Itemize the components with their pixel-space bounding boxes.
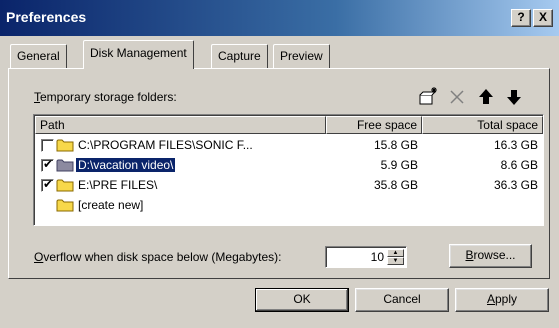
new-folder-icon[interactable] [417,86,439,108]
move-down-arrow-icon[interactable] [503,86,525,108]
row-path: C:\PROGRAM FILES\SONIC F... [78,138,253,152]
overflow-label: Overflow when disk space below (Megabyte… [34,250,282,264]
row-total-space: 16.3 GB [493,138,538,152]
overflow-value[interactable]: 10 [371,250,384,264]
row-checkbox[interactable]: ✔ [41,177,54,192]
delete-icon[interactable] [446,86,468,108]
tab-capture[interactable]: Capture [211,44,268,68]
folder-icon [56,158,74,175]
list-item[interactable]: [create new] [36,196,542,214]
row-free-space: 35.8 GB [373,178,418,192]
tab-preview[interactable]: Preview [273,44,330,68]
title-bar: Preferences ? X [0,0,559,36]
stepper-down-icon[interactable]: ▼ [387,257,404,265]
folder-icon [56,198,74,215]
row-free-space: 15.8 GB [373,138,418,152]
column-header-path[interactable]: Path [35,116,326,134]
temporary-storage-label: Temporary storage folders: [34,90,177,104]
window-title: Preferences [6,9,87,25]
row-free-space: 5.9 GB [380,158,418,172]
storage-folders-list[interactable]: Path Free space Total space C:\PROGRAM F… [33,114,544,226]
move-up-arrow-icon[interactable] [475,86,497,108]
folder-icon [56,138,74,155]
check-mark-icon: ✔ [43,177,54,191]
tab-disk-management[interactable]: Disk Management [83,40,194,69]
column-header-free-space[interactable]: Free space [326,116,422,134]
browse-button[interactable]: Browse... [449,244,532,268]
apply-button[interactable]: Apply [455,288,549,312]
check-mark-icon: ✔ [43,157,54,171]
ok-button[interactable]: OK [255,288,349,312]
row-total-space: 36.3 GB [493,178,538,192]
row-path: E:\PRE FILES\ [78,178,158,192]
row-total-space: 8.6 GB [500,158,538,172]
overflow-stepper[interactable]: 10 ▲ ▼ [325,246,407,268]
list-item[interactable]: ✔ E:\PRE FILES\ 35.8 GB 36.3 GB [36,176,542,194]
cancel-button[interactable]: Cancel [355,288,449,312]
list-item[interactable]: C:\PROGRAM FILES\SONIC F... 15.8 GB 16.3… [36,136,542,154]
tab-general[interactable]: General [10,44,67,68]
folder-icon [56,178,74,195]
row-checkbox[interactable] [41,139,54,152]
row-checkbox[interactable]: ✔ [41,157,54,172]
row-path: [create new] [78,198,144,212]
close-button[interactable]: X [533,9,553,27]
stepper-up-icon[interactable]: ▲ [387,249,404,257]
help-button[interactable]: ? [511,9,531,27]
row-path: D:\vacation video\ [74,157,177,173]
column-header-total-space[interactable]: Total space [422,116,543,134]
list-item[interactable]: ✔ D:\vacation video\ 5.9 GB 8.6 GB [36,156,542,174]
